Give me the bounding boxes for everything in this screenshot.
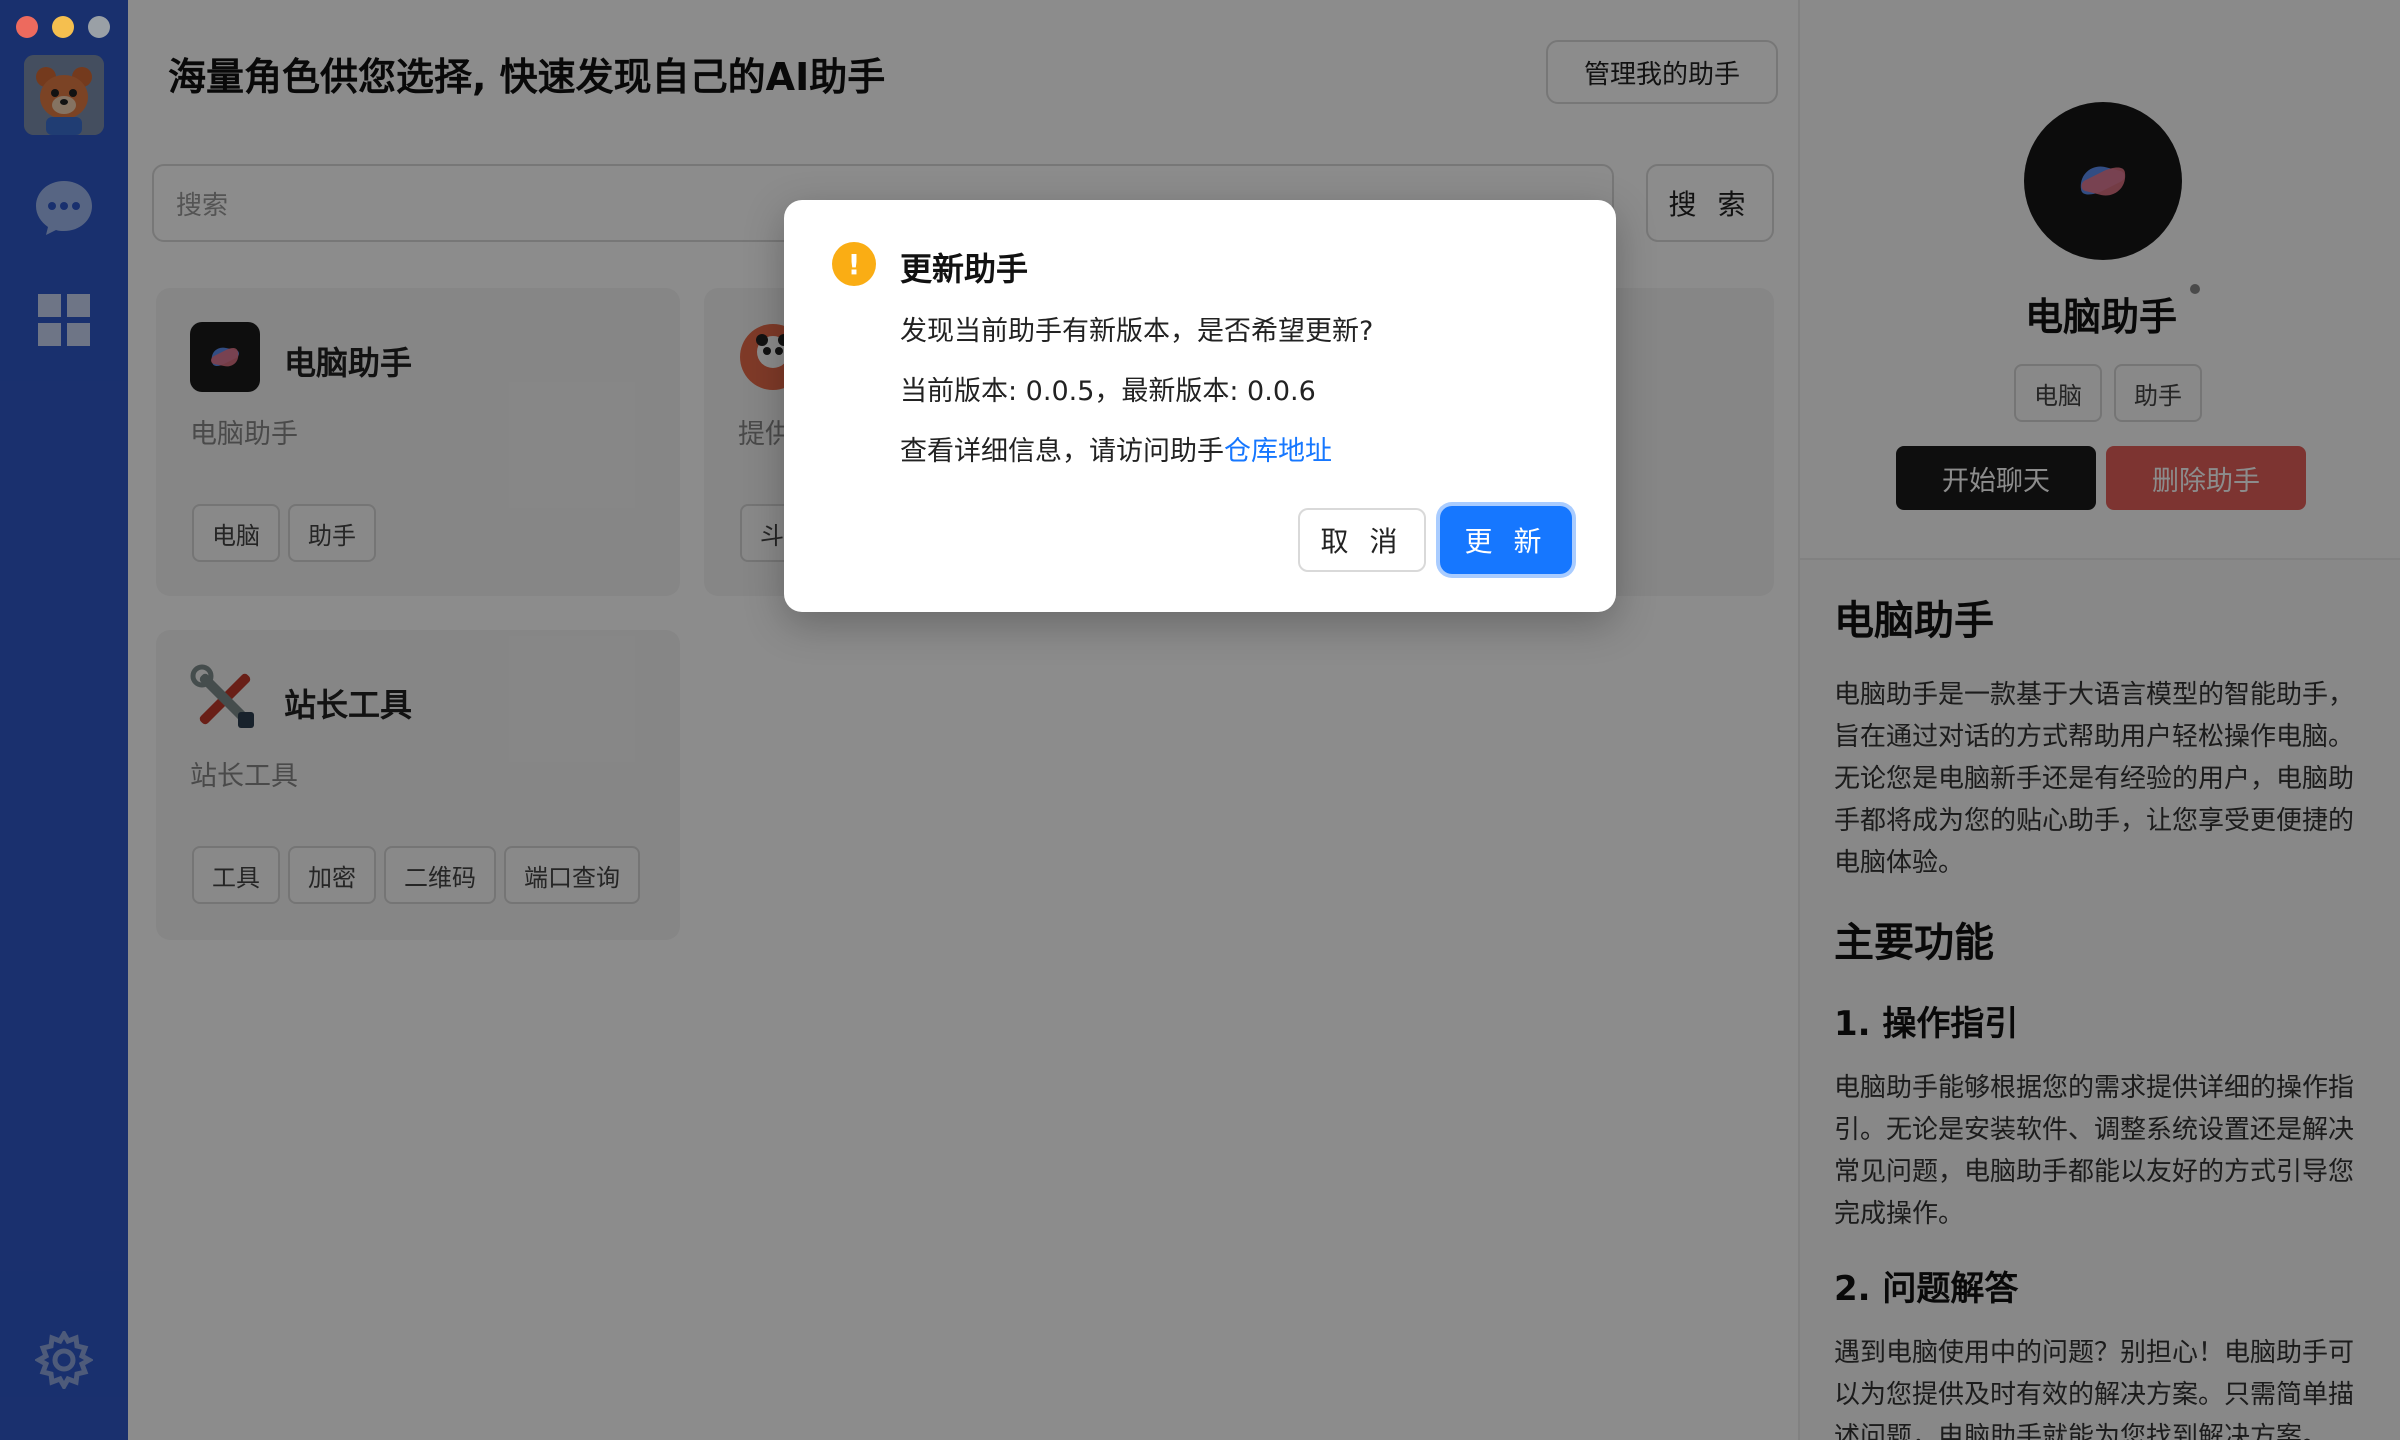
cancel-button[interactable]: 取 消 xyxy=(1298,508,1426,572)
minimize-window-button[interactable] xyxy=(52,16,74,38)
close-window-button[interactable] xyxy=(16,16,38,38)
window-controls xyxy=(16,16,110,38)
update-prompt-text: 发现当前助手有新版本，是否希望更新? xyxy=(900,316,1374,347)
update-assistant-dialog: ! 更新助手 发现当前助手有新版本，是否希望更新? 当前版本: 0.0.5，最新… xyxy=(784,200,1616,612)
repo-info-prefix: 查看详细信息，请访问助手 xyxy=(900,436,1224,467)
app-window: 海量角色供您选择, 快速发现自己的AI助手 管理我的助手 搜索 搜 索 电脑助手… xyxy=(0,0,2400,1440)
repo-info-text: 查看详细信息，请访问助手仓库地址 xyxy=(900,434,1373,494)
version-text: 当前版本: 0.0.5，最新版本: 0.0.6 xyxy=(900,376,1316,407)
maximize-window-button[interactable] xyxy=(88,16,110,38)
repo-address-link[interactable]: 仓库地址 xyxy=(1224,436,1332,467)
dialog-title: 更新助手 xyxy=(900,250,1029,288)
update-button[interactable]: 更 新 xyxy=(1440,506,1572,574)
dialog-body: 发现当前助手有新版本，是否希望更新? 当前版本: 0.0.5，最新版本: 0.0… xyxy=(900,314,1373,494)
warning-icon: ! xyxy=(832,242,876,286)
